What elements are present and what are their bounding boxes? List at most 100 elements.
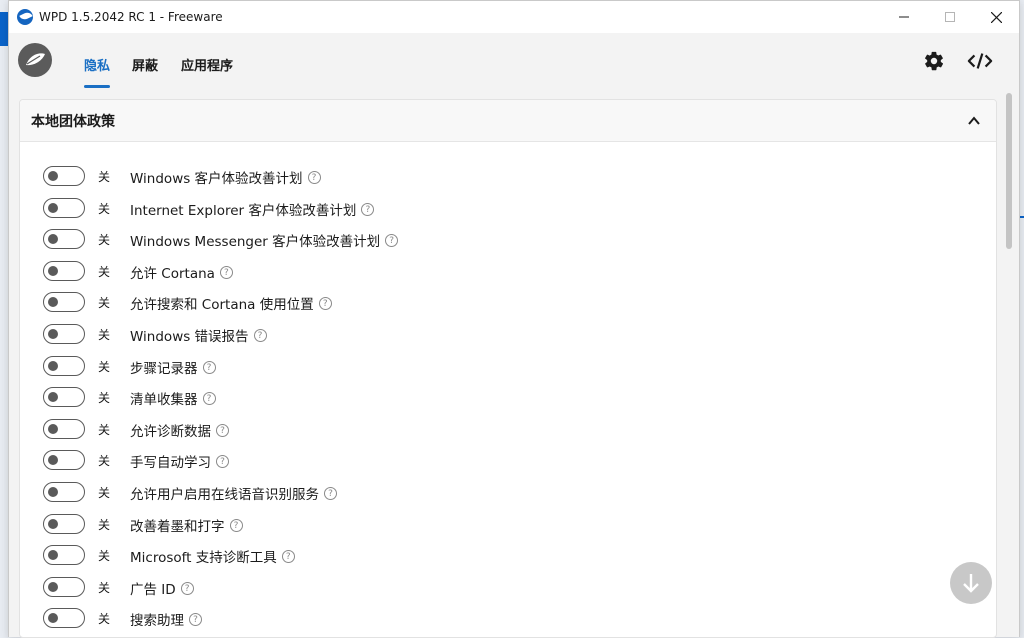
policy-label-text: 允许 Cortana (130, 266, 215, 282)
policy-toggle[interactable] (43, 261, 85, 281)
close-button[interactable] (973, 1, 1019, 33)
policy-label-text: 允许诊断数据 (130, 424, 211, 440)
scroll-down-button[interactable] (950, 562, 992, 604)
help-icon[interactable]: ? (219, 265, 233, 279)
policy-item: 关 Windows 错误报告? (20, 322, 996, 346)
group-policy-panel: 本地团体政策 关 Windows 客户体验改善计划? 关 Internet Explo… (19, 99, 997, 638)
help-icon[interactable]: ? (324, 486, 337, 500)
toggle-state-label: 关 (98, 549, 111, 563)
toggle-knob (48, 171, 58, 181)
policy-item: 关 手写自动学习? (20, 448, 996, 472)
toggle-state-label: 关 (98, 612, 111, 626)
policy-label: 允许用户启用在线语音识别服务? (130, 483, 337, 503)
policy-item: 关 搜索助理? (20, 606, 996, 630)
tab-apps[interactable]: 应用程序 (181, 55, 233, 74)
tab-blocking[interactable]: 屏蔽 (132, 55, 158, 74)
policy-toggle[interactable] (43, 356, 85, 376)
help-icon[interactable]: ? (318, 296, 332, 310)
toggle-state-label: 关 (98, 202, 111, 216)
code-button[interactable] (967, 49, 993, 73)
policy-item: 关 步骤记录器? (20, 354, 996, 378)
toggle-state-label: 关 (98, 233, 111, 247)
policy-toggle[interactable] (43, 482, 85, 502)
policy-item: 关 清单收集器? (20, 385, 996, 409)
close-icon (990, 11, 1002, 23)
toggle-knob (48, 329, 58, 339)
help-icon[interactable]: ? (180, 581, 194, 595)
help-icon[interactable]: ? (281, 549, 295, 563)
scrollbar-thumb[interactable] (1006, 93, 1012, 249)
policy-toggle[interactable] (43, 324, 85, 344)
help-icon[interactable]: ? (189, 612, 202, 626)
toggle-state-label: 关 (98, 296, 111, 310)
toggle-knob (48, 455, 58, 465)
policy-toggle[interactable] (43, 387, 85, 407)
active-tab-indicator (84, 85, 110, 88)
tab-privacy[interactable]: 隐私 (84, 55, 110, 74)
policy-label: Windows 客户体验改善计划? (130, 167, 321, 187)
policy-label: 清单收集器? (130, 388, 216, 408)
policy-toggle[interactable] (43, 577, 85, 597)
policy-label-text: Windows 客户体验改善计划 (130, 171, 303, 187)
toggle-state-label: 关 (98, 391, 111, 405)
maximize-icon (945, 12, 955, 22)
policy-label-text: 允许用户启用在线语音识别服务 (130, 487, 319, 503)
help-icon[interactable]: ? (202, 391, 216, 405)
policy-label: 允许搜索和 Cortana 使用位置? (130, 293, 332, 313)
toggle-state-label: 关 (98, 328, 111, 342)
toggle-knob (48, 203, 58, 213)
panel-title: 本地团体政策 (31, 113, 115, 130)
toggle-state-label: 关 (98, 170, 111, 184)
policy-toggle[interactable] (43, 514, 85, 534)
policy-label: Microsoft 支持诊断工具? (130, 546, 295, 566)
toggle-knob (48, 361, 58, 371)
minimize-button[interactable] (881, 1, 927, 33)
policy-label: Windows Messenger 客户体验改善计划? (130, 230, 399, 250)
title-bar: WPD 1.5.2042 RC 1 - Freeware (9, 1, 1019, 33)
policy-toggle[interactable] (43, 198, 85, 218)
help-icon[interactable]: ? (253, 328, 267, 342)
policy-label-text: 改善着墨和打字 (130, 519, 225, 535)
policy-toggle[interactable] (43, 608, 85, 628)
help-icon[interactable]: ? (216, 454, 229, 468)
policy-toggle[interactable] (43, 545, 85, 565)
policy-toggle[interactable] (43, 229, 85, 249)
maximize-button[interactable] (927, 1, 973, 33)
toggle-state-label: 关 (98, 265, 111, 279)
toggle-state-label: 关 (98, 360, 111, 374)
minimize-icon (899, 16, 909, 18)
toggle-knob (48, 613, 58, 623)
app-window: WPD 1.5.2042 RC 1 - Freeware 隐私 屏蔽 应用程序 (8, 0, 1020, 638)
policy-label: 搜索助理? (130, 609, 202, 629)
policy-label-text: Internet Explorer 客户体验改善计划 (130, 203, 357, 219)
policy-label-text: 步骤记录器 (130, 361, 198, 377)
panel-header[interactable]: 本地团体政策 (20, 100, 996, 142)
policy-item: 关 允许诊断数据? (20, 417, 996, 441)
policy-label-text: Microsoft 支持诊断工具 (130, 550, 277, 566)
help-icon[interactable]: ? (216, 423, 229, 437)
help-icon[interactable]: ? (307, 170, 321, 184)
help-icon[interactable]: ? (229, 518, 243, 532)
help-icon[interactable]: ? (202, 360, 216, 374)
policy-toggle[interactable] (43, 450, 85, 470)
toggle-knob (48, 297, 58, 307)
code-icon (967, 53, 993, 69)
policy-toggle[interactable] (43, 292, 85, 312)
policy-item: 关 广告 ID? (20, 575, 996, 599)
toggle-knob (48, 266, 58, 276)
policy-label-text: Windows Messenger 客户体验改善计划 (130, 234, 381, 250)
policy-label: 改善着墨和打字? (130, 515, 243, 535)
window-controls (881, 1, 1019, 33)
policy-label-text: 允许搜索和 Cortana 使用位置 (130, 297, 314, 313)
policy-toggle[interactable] (43, 419, 85, 439)
chevron-up-icon[interactable] (966, 113, 982, 129)
help-icon[interactable]: ? (361, 202, 375, 216)
policy-item: 关 允许搜索和 Cortana 使用位置? (20, 290, 996, 314)
settings-button[interactable] (921, 49, 947, 73)
policy-item: 关 改善着墨和打字? (20, 512, 996, 536)
toggle-knob (48, 582, 58, 592)
policy-toggle[interactable] (43, 166, 85, 186)
policy-label: Windows 错误报告? (130, 325, 267, 345)
help-icon[interactable]: ? (385, 233, 399, 247)
policy-label: 手写自动学习? (130, 451, 229, 471)
